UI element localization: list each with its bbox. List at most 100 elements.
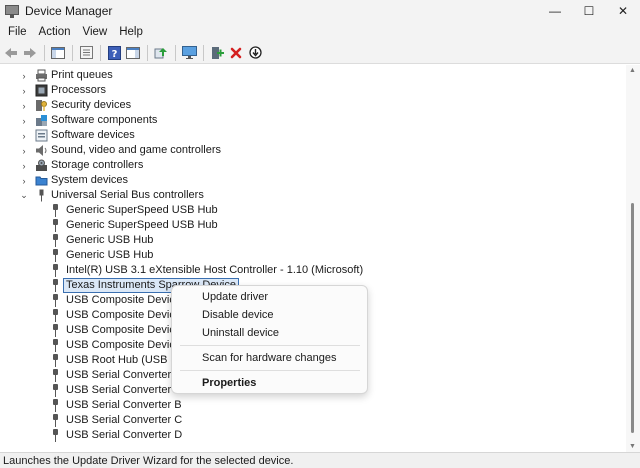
- back-arrow-icon[interactable]: [2, 44, 20, 62]
- tree-category-print-queues[interactable]: › Print queues: [0, 68, 620, 83]
- usb-plug-icon: [49, 324, 62, 337]
- context-menu-disable-device[interactable]: Disable device: [176, 307, 363, 324]
- action-pane-icon[interactable]: [124, 44, 142, 62]
- chevron-right-icon[interactable]: ›: [20, 68, 28, 83]
- tree-item-label: Generic SuperSpeed USB Hub: [66, 204, 218, 216]
- usb-plug-icon: [49, 429, 62, 442]
- tree-category-storage-controllers[interactable]: › Storage controllers: [0, 158, 620, 173]
- vertical-scrollbar[interactable]: ▲ ▼: [626, 65, 640, 452]
- chevron-right-icon[interactable]: ›: [20, 158, 28, 173]
- title-bar: Device Manager — ☐ ✕: [0, 0, 640, 22]
- toolbar: ?: [0, 42, 640, 64]
- tree-item-label: Intel(R) USB 3.1 eXtensible Host Control…: [66, 264, 364, 276]
- tree-category-software-components[interactable]: › Software components: [0, 113, 620, 128]
- disable-icon[interactable]: [246, 44, 264, 62]
- scroll-down-arrow-icon[interactable]: ▼: [629, 443, 636, 450]
- tree-device-row[interactable]: Generic USB Hub: [0, 233, 620, 248]
- help-icon[interactable]: ?: [105, 44, 123, 62]
- context-menu-properties[interactable]: Properties: [176, 375, 363, 392]
- maximize-button[interactable]: ☐: [572, 0, 606, 22]
- tree-item-label: Universal Serial Bus controllers: [51, 189, 204, 201]
- tree-device-row[interactable]: Generic USB Hub: [0, 248, 620, 263]
- usb-plug-icon: [49, 249, 62, 262]
- menu-view[interactable]: View: [77, 26, 114, 38]
- tree-device-row[interactable]: Intel(R) USB 3.1 eXtensible Host Control…: [0, 263, 620, 278]
- context-menu-scan-hardware[interactable]: Scan for hardware changes: [176, 350, 363, 367]
- tree-item-label: Software components: [51, 114, 158, 126]
- usb-plug-icon: [49, 234, 62, 247]
- menu-separator: [180, 370, 360, 371]
- software-device-icon: [35, 129, 48, 142]
- uninstall-icon[interactable]: [227, 44, 245, 62]
- forward-arrow-icon[interactable]: [21, 44, 39, 62]
- usb-plug-icon: [49, 399, 62, 412]
- chevron-right-icon[interactable]: ›: [20, 113, 28, 128]
- usb-plug-icon: [49, 384, 62, 397]
- window-title: Device Manager: [25, 4, 113, 18]
- tree-item-label: USB Composite Device: [66, 294, 181, 306]
- svg-text:?: ?: [111, 49, 117, 60]
- tree-device-row[interactable]: Generic SuperSpeed USB Hub: [0, 203, 620, 218]
- tree-item-label: Sound, video and game controllers: [51, 144, 221, 156]
- context-menu-update-driver[interactable]: Update driver: [176, 289, 363, 306]
- tree-category-security-devices[interactable]: › Security devices: [0, 98, 620, 113]
- tree-item-label: Generic USB Hub: [66, 234, 154, 246]
- scroll-up-arrow-icon[interactable]: ▲: [629, 67, 636, 74]
- folder-icon: [35, 174, 48, 187]
- chevron-down-icon[interactable]: ⌄: [20, 188, 28, 203]
- tree-device-row[interactable]: USB Serial Converter C: [0, 413, 620, 428]
- usb-plug-icon: [49, 414, 62, 427]
- menu-help[interactable]: Help: [113, 26, 149, 38]
- usb-icon: [35, 189, 48, 202]
- tree-category-software-devices[interactable]: › Software devices: [0, 128, 620, 143]
- tree-device-row[interactable]: Generic SuperSpeed USB Hub: [0, 218, 620, 233]
- chevron-right-icon[interactable]: ›: [20, 143, 28, 158]
- device-manager-icon: [4, 3, 20, 19]
- tree-item-label: USB Composite Device: [66, 339, 181, 351]
- scan-hardware-icon[interactable]: [180, 44, 198, 62]
- scrollbar-thumb[interactable]: [631, 203, 634, 433]
- tree-item-label: USB Composite Device: [66, 324, 181, 336]
- printer-icon: [35, 69, 48, 82]
- usb-plug-icon: [49, 339, 62, 352]
- usb-plug-icon: [49, 354, 62, 367]
- processor-icon: [35, 84, 48, 97]
- chevron-right-icon[interactable]: ›: [20, 98, 28, 113]
- usb-plug-icon: [49, 219, 62, 232]
- tree-category-usb-controllers[interactable]: ⌄ Universal Serial Bus controllers: [0, 188, 620, 203]
- minimize-button[interactable]: —: [538, 0, 572, 22]
- show-hide-console-tree-icon[interactable]: [49, 44, 67, 62]
- add-driver-icon[interactable]: [208, 44, 226, 62]
- update-driver-icon[interactable]: [152, 44, 170, 62]
- usb-plug-icon: [49, 369, 62, 382]
- properties-icon[interactable]: [77, 44, 95, 62]
- menu-file[interactable]: File: [2, 26, 33, 38]
- tree-item-label: USB Composite Device: [66, 309, 181, 321]
- usb-plug-icon: [49, 294, 62, 307]
- tree-category-processors[interactable]: › Processors: [0, 83, 620, 98]
- security-key-icon: [35, 99, 48, 112]
- tree-item-label: Software devices: [51, 129, 135, 141]
- menu-action[interactable]: Action: [33, 26, 77, 38]
- tree-device-row[interactable]: USB Serial Converter B: [0, 398, 620, 413]
- tree-category-system-devices[interactable]: › System devices: [0, 173, 620, 188]
- tree-item-label: Security devices: [51, 99, 132, 111]
- context-menu-uninstall-device[interactable]: Uninstall device: [176, 325, 363, 342]
- tree-item-label: Processors: [51, 84, 107, 96]
- tree-item-label: USB Serial Converter: [66, 369, 172, 381]
- close-button[interactable]: ✕: [606, 0, 640, 22]
- tree-category-sound-video-game[interactable]: › Sound, video and game controllers: [0, 143, 620, 158]
- usb-plug-icon: [49, 264, 62, 277]
- chevron-right-icon[interactable]: ›: [20, 173, 28, 188]
- chevron-right-icon[interactable]: ›: [20, 83, 28, 98]
- tree-item-label: USB Serial Converter B: [66, 399, 182, 411]
- usb-plug-icon: [49, 279, 62, 292]
- tree-item-label: USB Serial Converter C: [66, 414, 183, 426]
- tree-item-label: Generic SuperSpeed USB Hub: [66, 219, 218, 231]
- tree-device-row[interactable]: USB Serial Converter D: [0, 428, 620, 443]
- context-menu: Update driver Disable device Uninstall d…: [171, 285, 368, 394]
- tree-item-label: USB Serial Converter D: [66, 429, 183, 441]
- usb-plug-icon: [49, 204, 62, 217]
- tree-item-label: Storage controllers: [51, 159, 144, 171]
- chevron-right-icon[interactable]: ›: [20, 128, 28, 143]
